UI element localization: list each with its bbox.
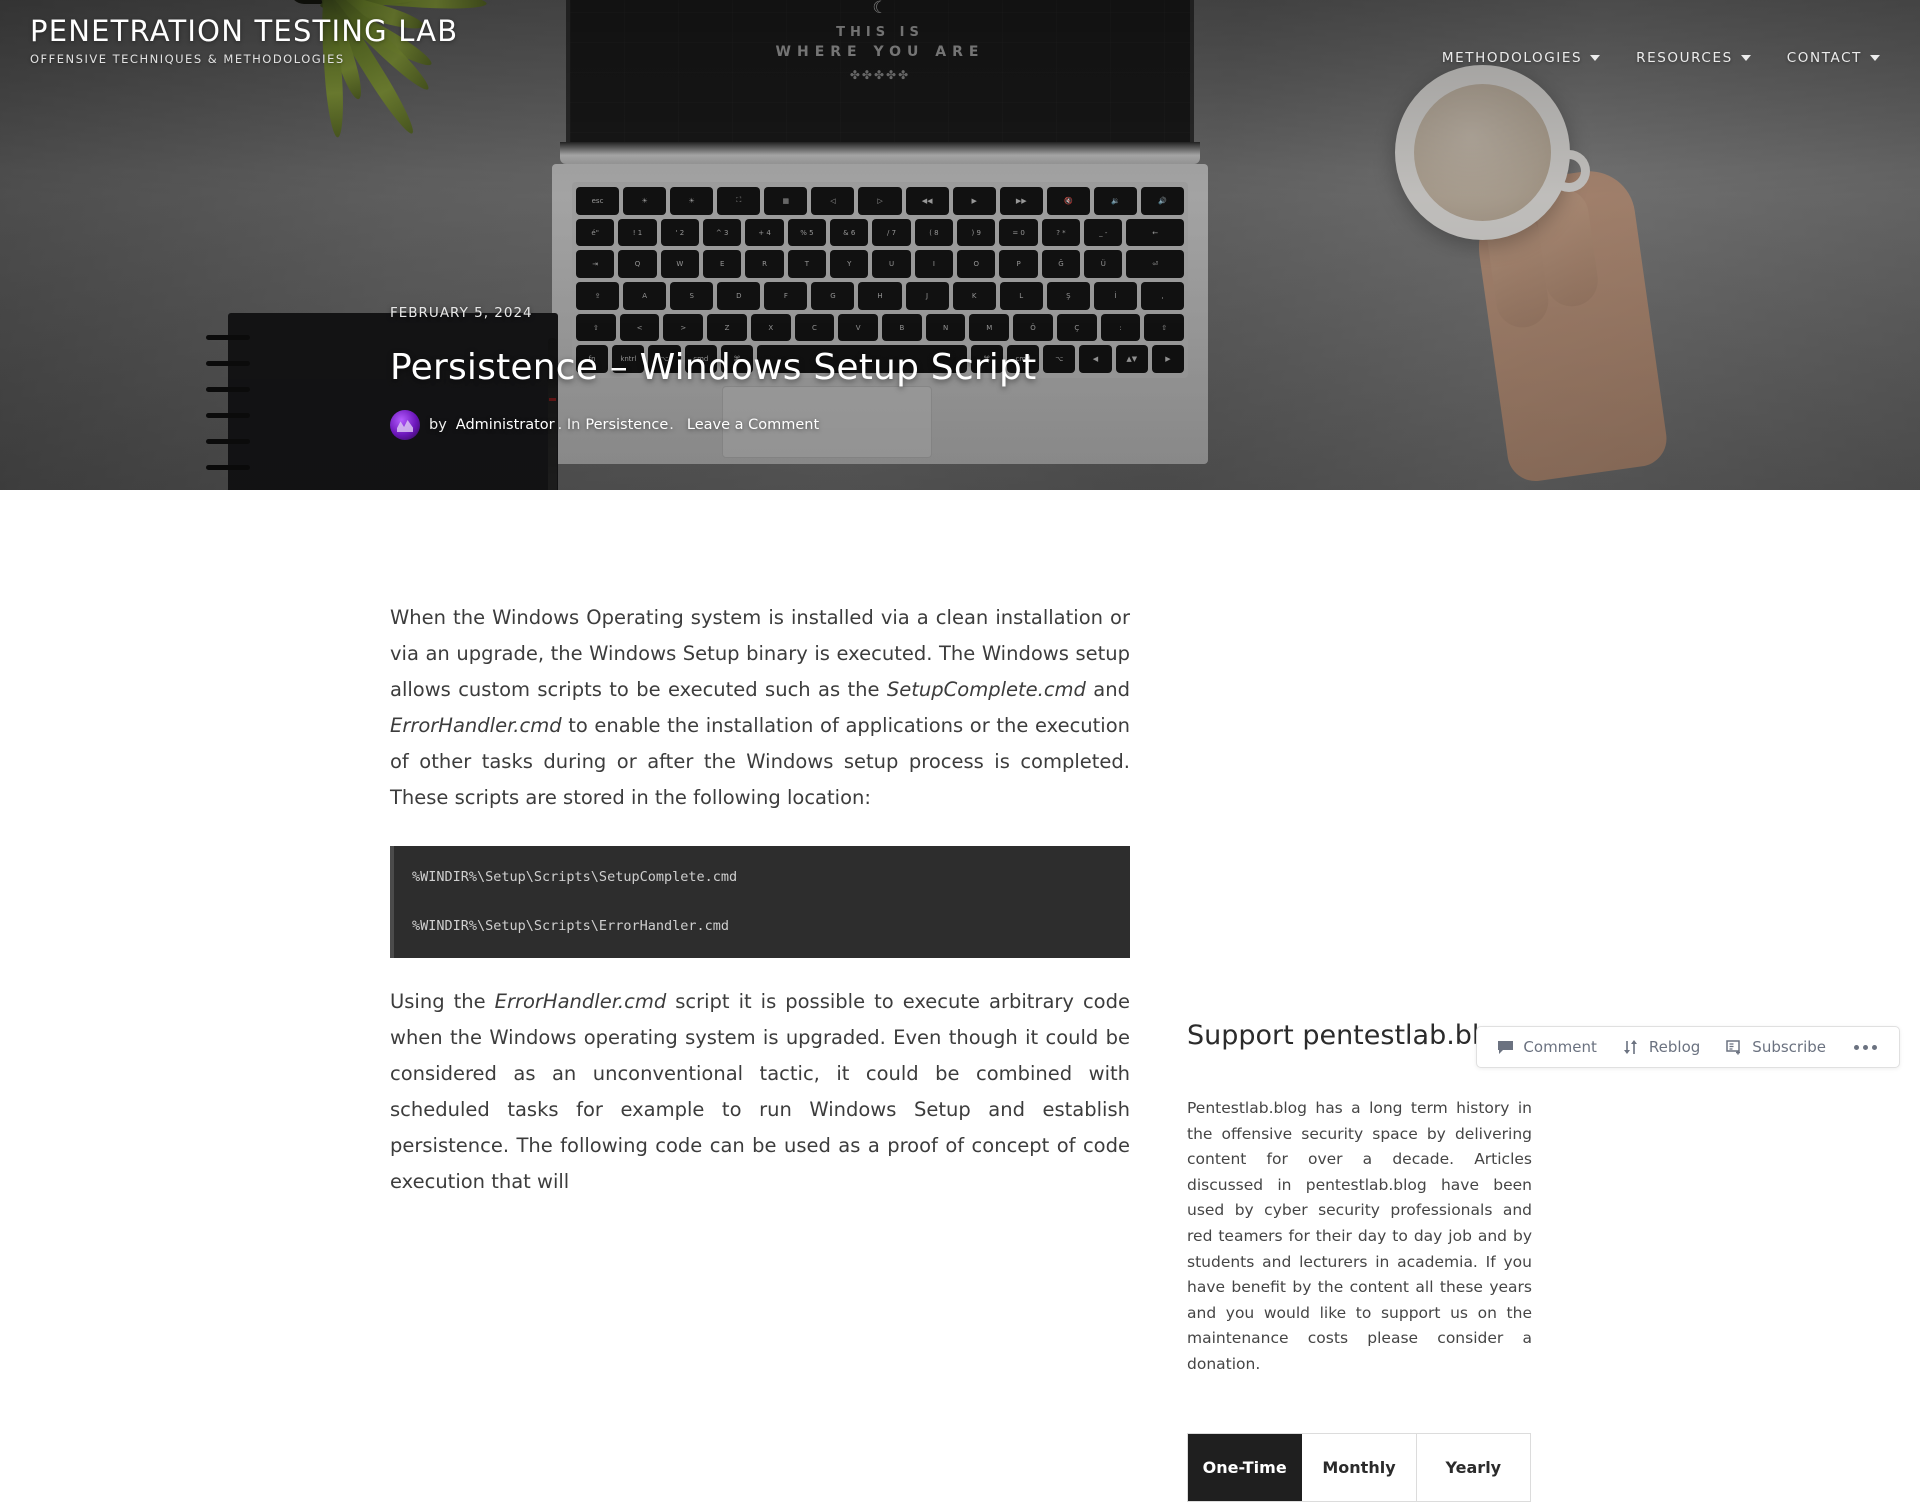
donation-tabs[interactable]: One-TimeMonthlyYearly [1187,1433,1531,1502]
comment-icon [1497,1039,1514,1056]
donation-tab-yearly[interactable]: Yearly [1417,1434,1530,1501]
sidebar: Support pentestlab.blog Pentestlab.blog … [1187,1020,1532,1502]
code-line: %WINDIR%\Setup\Scripts\SetupComplete.cmd [412,868,1112,887]
hero-banner: ☾ THIS IS WHERE YOU ARE ✤✤✤✤✤ esc☀☀⛶▦◁▷◀… [0,0,1920,490]
inline-filename: ErrorHandler.cmd [495,990,667,1013]
subscribe-label: Subscribe [1752,1038,1826,1056]
leave-comment-link[interactable]: Leave a Comment [687,417,819,433]
paragraph-1: When the Windows Operating system is ins… [390,600,1130,816]
byline-suffix: . [669,417,674,433]
category-link[interactable]: Persistence [585,417,668,433]
more-options-button[interactable] [1852,1045,1879,1050]
donation-tab-one-time[interactable]: One-Time [1188,1434,1302,1501]
nav-item-resources[interactable]: RESOURCES [1636,50,1751,66]
inline-filename: SetupComplete.cmd [887,678,1086,701]
post-date: FEBRUARY 5, 2024 [390,305,1036,321]
reblog-label: Reblog [1649,1038,1700,1056]
reblog-button[interactable]: Reblog [1623,1038,1700,1056]
article-content: When the Windows Operating system is ins… [390,600,1130,1222]
dot [1854,1045,1859,1050]
sidebar-body: Pentestlab.blog has a long term history … [1187,1096,1532,1378]
donation-tab-monthly[interactable]: Monthly [1302,1434,1416,1501]
chevron-down-icon [1870,55,1880,61]
primary-navigation[interactable]: METHODOLOGIES RESOURCES CONTACT [1442,14,1880,66]
author-avatar[interactable] [390,410,420,440]
post-meta: by Administrator . In Persistence . Leav… [390,410,1036,440]
nav-item-label: CONTACT [1787,50,1862,66]
post-header: FEBRUARY 5, 2024 Persistence – Windows S… [390,305,1036,440]
byline-mid: . In [558,417,581,433]
reblog-icon [1623,1039,1640,1056]
chevron-down-icon [1741,55,1751,61]
comment-button[interactable]: Comment [1497,1038,1597,1056]
site-tagline: OFFENSIVE TECHNIQUES & METHODOLOGIES [30,52,458,66]
nav-item-label: METHODOLOGIES [1442,50,1582,66]
nav-item-methodologies[interactable]: METHODOLOGIES [1442,50,1600,66]
comment-label: Comment [1523,1038,1597,1056]
dot [1863,1045,1868,1050]
author-link[interactable]: Administrator [456,417,555,433]
site-branding[interactable]: PENETRATION TESTING LAB OFFENSIVE TECHNI… [30,14,458,66]
paragraph-2: Using the ErrorHandler.cmd script it is … [390,984,1130,1200]
code-block: %WINDIR%\Setup\Scripts\SetupComplete.cmd… [390,846,1130,958]
nav-item-contact[interactable]: CONTACT [1787,50,1880,66]
chevron-down-icon [1590,55,1600,61]
inline-filename: ErrorHandler.cmd [390,714,562,737]
code-line: %WINDIR%\Setup\Scripts\ErrorHandler.cmd [412,917,1112,936]
site-header: PENETRATION TESTING LAB OFFENSIVE TECHNI… [0,0,1920,92]
main-area: When the Windows Operating system is ins… [0,490,1920,1080]
dot [1872,1045,1877,1050]
post-title: Persistence – Windows Setup Script [390,347,1036,388]
nav-item-label: RESOURCES [1636,50,1733,66]
subscribe-button[interactable]: Subscribe [1726,1038,1826,1056]
wordpress-action-bar: Comment Reblog Subscribe [1476,1026,1900,1068]
subscribe-icon [1726,1039,1743,1056]
byline-prefix: by [429,417,447,433]
site-title[interactable]: PENETRATION TESTING LAB [30,14,458,49]
